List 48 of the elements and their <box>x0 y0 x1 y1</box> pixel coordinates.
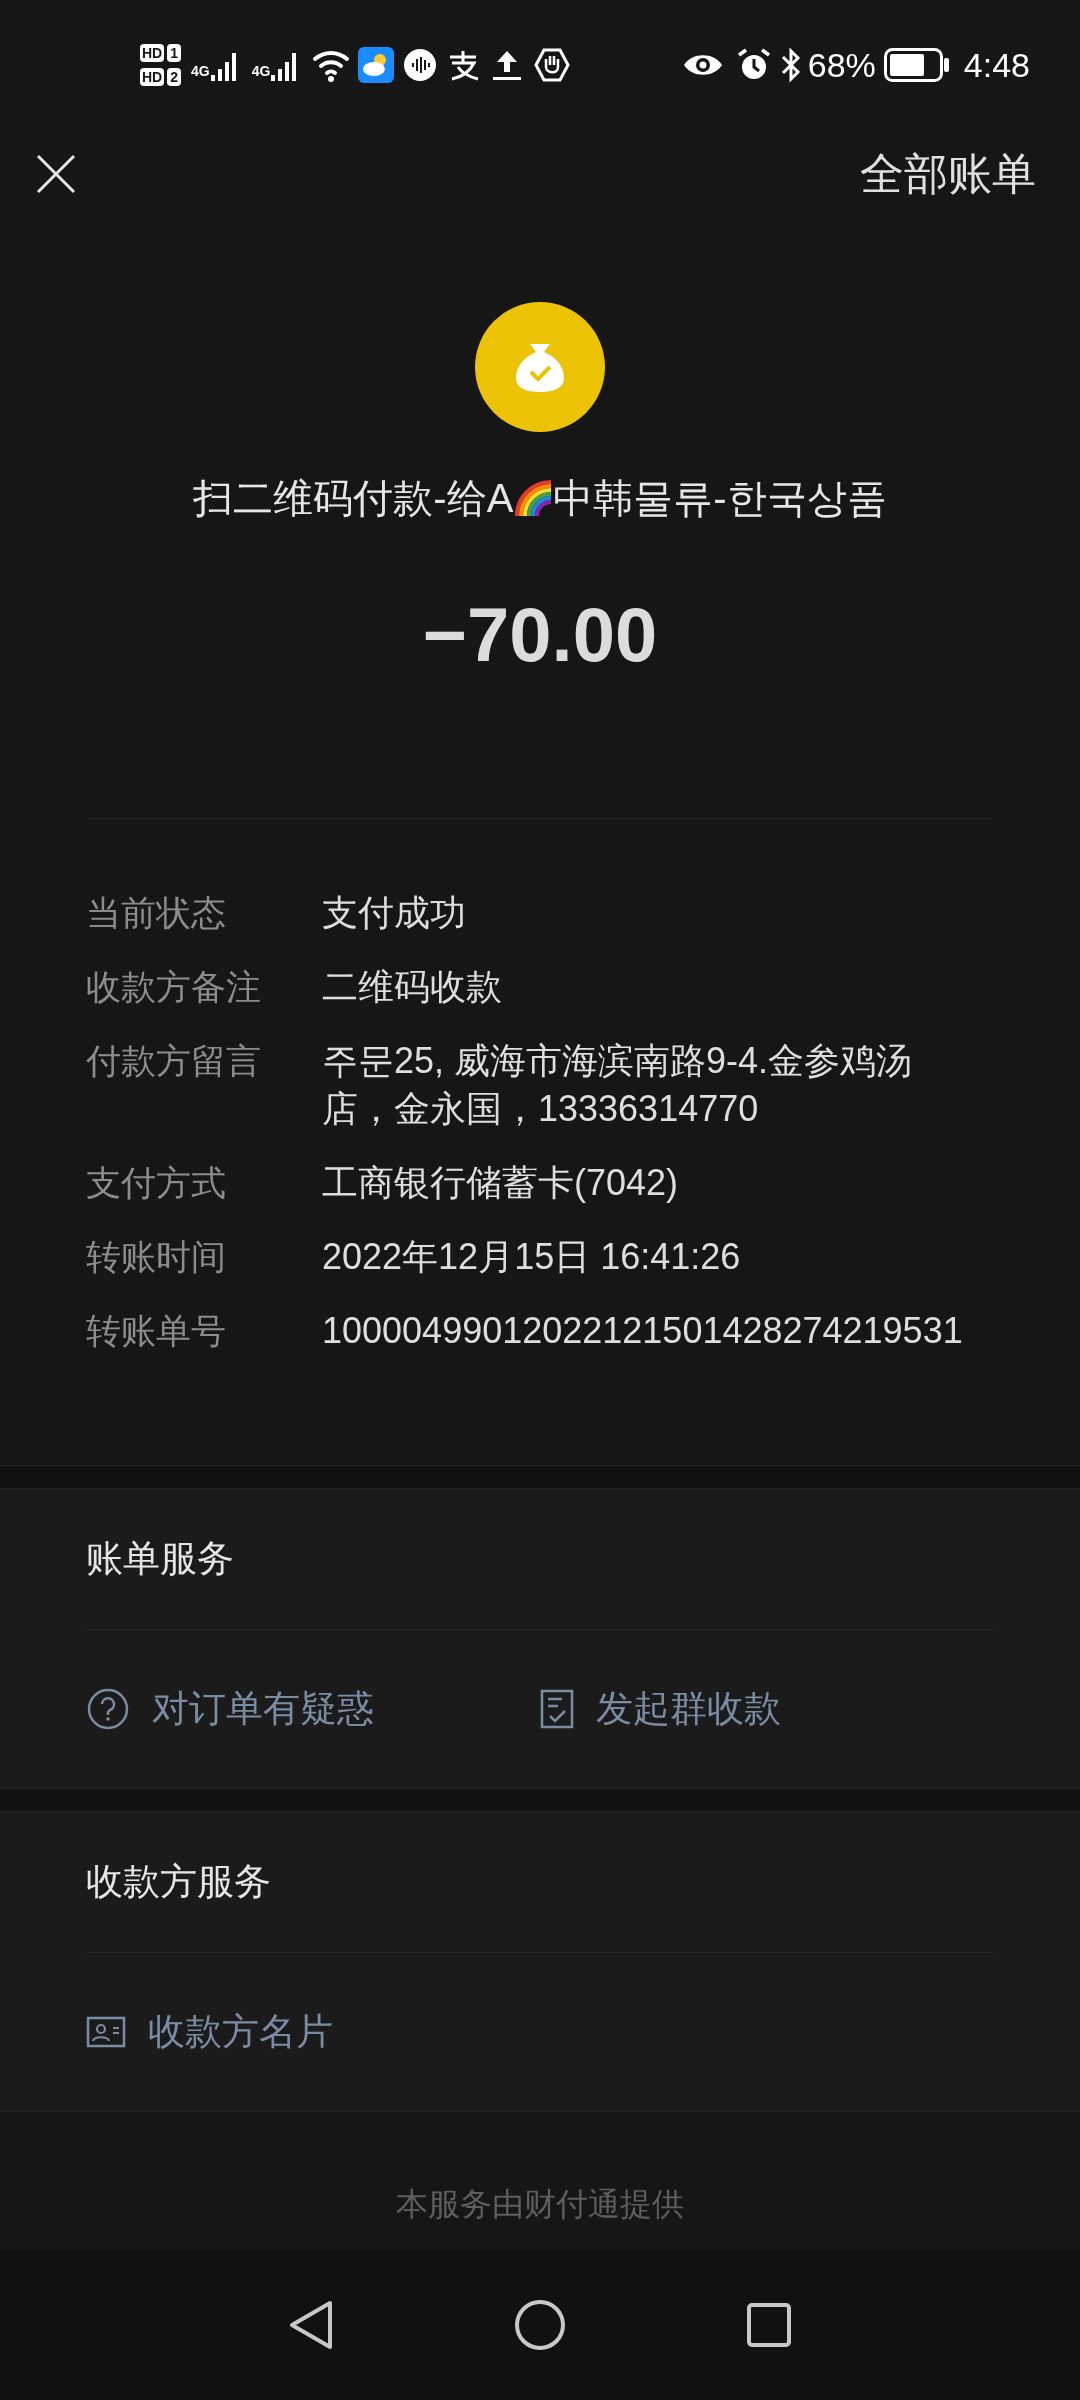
section-title: 收款方服务 <box>86 1860 272 1905</box>
back-icon <box>288 2299 334 2351</box>
network-type: 4G <box>251 62 271 81</box>
close-icon <box>36 154 76 194</box>
battery-icon <box>883 48 950 82</box>
document-check-icon <box>540 1689 574 1729</box>
detail-label: 转账单号 <box>86 1310 227 1352</box>
detail-value: 주문25, 威海市海滨南路9-4.金参鸡汤店，金永国，13336314770 <box>322 1039 914 1131</box>
close-button[interactable] <box>36 154 76 194</box>
detail-value: 2022年12月15日 16:41:26 <box>322 1235 742 1279</box>
footer-note: 本服务由财付通提供 <box>396 2185 684 2224</box>
service-link[interactable]: 发起群收款 <box>540 1681 781 1737</box>
bluetooth-icon <box>779 47 802 83</box>
detail-label: 收款方备注 <box>86 966 262 1008</box>
detail-label: 付款方留言 <box>86 1040 262 1082</box>
payment-title: 扫二维码付款-给A <box>193 475 514 522</box>
section-title: 账单服务 <box>86 1537 235 1582</box>
home-icon <box>514 2299 566 2351</box>
back-button[interactable] <box>288 2299 334 2351</box>
detail-value: 支付成功 <box>322 891 467 935</box>
detail-value: 二维码收款 <box>322 965 503 1009</box>
recents-button[interactable] <box>746 2302 792 2348</box>
question-icon <box>86 1687 130 1731</box>
money-bag-icon <box>475 302 605 432</box>
contact-card-icon <box>86 2016 126 2048</box>
battery-percentage: 68% <box>807 44 876 86</box>
hand-icon <box>534 47 571 83</box>
weather-app-icon <box>358 47 395 83</box>
amount: −70.00 <box>422 591 658 679</box>
home-button[interactable] <box>514 2299 566 2351</box>
detail-label: 当前状态 <box>86 892 227 934</box>
payment-title: 中韩물류-한국상품 <box>553 475 887 522</box>
all-bills-link[interactable]: 全部账单 <box>860 141 1036 207</box>
square-icon <box>746 2302 792 2348</box>
service-link[interactable]: 对订单有疑惑 <box>86 1681 374 1737</box>
hd-label: HD <box>140 68 165 86</box>
network-type: 4G <box>191 62 210 81</box>
clock: 4:48 <box>963 44 1030 86</box>
detail-label: 支付方式 <box>86 1162 227 1204</box>
rainbow-icon <box>513 478 554 518</box>
service-link[interactable]: 收款方名片 <box>86 2004 333 2060</box>
detail-value: 工商银行储蓄卡(7042) <box>322 1161 680 1205</box>
sim-number: 2 <box>167 68 182 86</box>
hd-label: HD <box>140 44 165 62</box>
detail-label: 转账时间 <box>86 1236 227 1278</box>
sim-number: 1 <box>167 44 182 62</box>
detail-value: 10000499012022121501428274219531 <box>322 1309 964 1353</box>
sound-wave-icon <box>404 49 437 81</box>
